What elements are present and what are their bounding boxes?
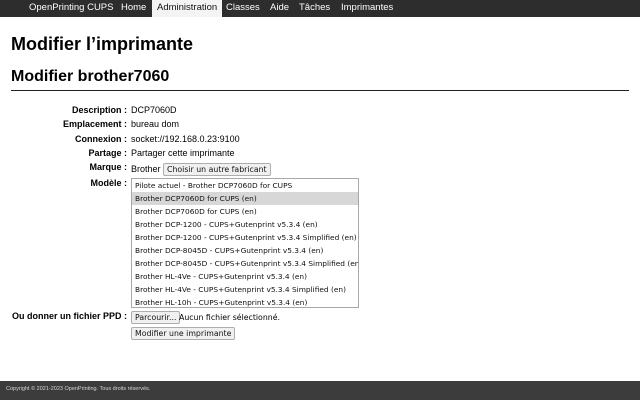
make-label: Marque : [89, 162, 127, 172]
description-label: Description : [71, 105, 127, 115]
nav-taches-link[interactable]: Tâches [299, 0, 330, 17]
footer: Copyright © 2021-2023 OpenPrinting. Tous… [0, 381, 640, 400]
model-label: Modèle : [90, 178, 127, 188]
sharing-label: Partage : [88, 148, 127, 158]
modify-printer-submit-button[interactable]: Modifier une imprimante [131, 327, 236, 340]
model-option[interactable]: Brother HL-4Ve - CUPS+Gutenprint v5.3.4 … [132, 270, 358, 283]
make-value: Brother [131, 164, 161, 174]
heading-divider [11, 90, 629, 91]
nav-imprimantes-link[interactable]: Imprimantes [341, 0, 393, 17]
nav-brand-link[interactable]: OpenPrinting CUPS [29, 0, 113, 17]
model-option[interactable]: Brother DCP-1200 - CUPS+Gutenprint v5.3.… [132, 218, 358, 231]
model-listbox[interactable]: Pilote actuel - Brother DCP7060D for CUP… [131, 178, 359, 308]
no-file-selected-text: Aucun fichier sélectionné. [179, 313, 280, 322]
nav-classes-link[interactable]: Classes [226, 0, 260, 17]
model-option[interactable]: Brother HL-4Ve - CUPS+Gutenprint v5.3.4 … [132, 283, 358, 296]
copyright-text: Copyright © 2021-2023 OpenPrinting. Tous… [6, 386, 151, 392]
location-label: Emplacement : [62, 119, 127, 129]
model-option[interactable]: Brother DCP-1200 - CUPS+Gutenprint v5.3.… [132, 231, 358, 244]
choose-other-make-button[interactable]: Choisir un autre fabricant [163, 163, 271, 176]
top-navigation-bar: OpenPrinting CUPS Home Administration Cl… [0, 0, 640, 17]
page-subtitle: Modifier brother7060 [11, 68, 170, 85]
nav-home-link[interactable]: Home [121, 0, 146, 17]
model-option[interactable]: Brother DCP-8045D - CUPS+Gutenprint v5.3… [132, 244, 358, 257]
sharing-value: Partager cette imprimante [131, 148, 235, 158]
description-value: DCP7060D [131, 105, 177, 115]
connection-value: socket://192.168.0.23:9100 [131, 134, 240, 144]
model-option[interactable]: Brother HL-10h - CUPS+Gutenprint v5.3.4 … [132, 296, 358, 307]
nav-aide-link[interactable]: Aide [270, 0, 289, 17]
ppd-file-label: Ou donner un fichier PPD : [11, 311, 127, 321]
connection-label: Connexion : [75, 134, 127, 144]
nav-administration-tab[interactable]: Administration [152, 0, 223, 17]
page-title: Modifier l’imprimante [11, 34, 194, 54]
model-option[interactable]: Brother DCP7060D for CUPS (en) [132, 205, 358, 218]
browse-ppd-button[interactable]: Parcourir... [131, 311, 181, 324]
model-option[interactable]: Pilote actuel - Brother DCP7060D for CUP… [132, 179, 358, 192]
model-option[interactable]: Brother DCP7060D for CUPS (en) [132, 192, 358, 205]
location-value: bureau dom [131, 119, 180, 129]
model-option[interactable]: Brother DCP-8045D - CUPS+Gutenprint v5.3… [132, 257, 358, 270]
